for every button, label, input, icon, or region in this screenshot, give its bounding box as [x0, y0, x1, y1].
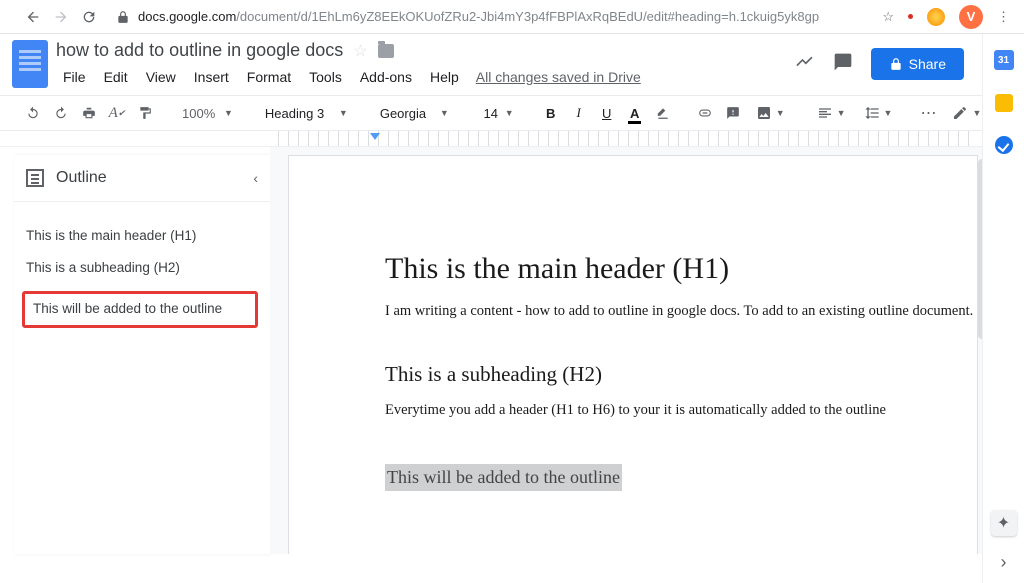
font-dropdown[interactable]: Georgia▼	[374, 102, 455, 125]
menu-file[interactable]: File	[56, 65, 93, 89]
menu-addons[interactable]: Add-ons	[353, 65, 419, 89]
google-docs-logo-icon[interactable]	[12, 40, 48, 88]
explore-button[interactable]: ✦	[991, 510, 1017, 536]
menu-tools[interactable]: Tools	[302, 65, 349, 89]
outline-item[interactable]: This is the main header (H1)	[22, 220, 262, 252]
forward-button[interactable]	[52, 8, 70, 26]
underline-button[interactable]: U	[596, 102, 618, 125]
menu-help[interactable]: Help	[423, 65, 466, 89]
keep-icon[interactable]	[995, 94, 1013, 112]
insert-link-button[interactable]	[694, 101, 716, 125]
outline-icon	[26, 169, 44, 187]
address-bar[interactable]: docs.google.com/document/d/1EhLm6yZ8EEkO…	[108, 9, 872, 24]
ruler[interactable]	[0, 131, 1024, 147]
collapse-outline-button[interactable]: ‹	[253, 170, 258, 186]
docs-header: how to add to outline in google docs ☆ F…	[0, 34, 1024, 89]
calendar-icon[interactable]: 31	[994, 50, 1014, 70]
reload-button[interactable]	[80, 8, 98, 26]
outline-item-highlighted[interactable]: This will be added to the outline	[22, 291, 258, 328]
menu-view[interactable]: View	[139, 65, 183, 89]
back-button[interactable]	[24, 8, 42, 26]
document-page[interactable]: This is the main header (H1) I am writin…	[288, 155, 978, 554]
highlight-button[interactable]	[652, 101, 674, 125]
outline-title: Outline	[56, 169, 107, 187]
browser-chrome: docs.google.com/document/d/1EhLm6yZ8EEkO…	[0, 0, 1024, 34]
selected-heading-text[interactable]: This will be added to the outline	[385, 464, 622, 491]
insert-comment-button[interactable]	[722, 101, 744, 125]
doc-paragraph[interactable]: I am writing a content - how to add to o…	[385, 300, 977, 322]
comments-icon[interactable]	[833, 52, 853, 77]
spellcheck-button[interactable]: A✔	[106, 101, 128, 126]
line-spacing-button[interactable]: ▼	[858, 101, 899, 125]
chrome-menu-icon[interactable]: ⋮	[997, 9, 1010, 25]
activity-icon[interactable]	[795, 52, 815, 77]
move-folder-icon[interactable]	[378, 44, 394, 58]
italic-button[interactable]: I	[568, 101, 590, 125]
lock-icon	[116, 10, 130, 24]
toolbar: A✔ 100%▼ Heading 3▼ Georgia▼ 14▼ B I U A…	[0, 95, 1024, 131]
zoom-dropdown[interactable]: 100%▼	[176, 102, 239, 125]
bookmark-star-icon[interactable]: ☆	[882, 9, 894, 25]
font-size-dropdown[interactable]: 14▼	[475, 102, 520, 125]
outline-item[interactable]: This is a subheading (H2)	[22, 252, 262, 284]
print-button[interactable]	[78, 101, 100, 125]
show-side-panel-button[interactable]: ›	[1001, 552, 1007, 573]
doc-h2[interactable]: This is a subheading (H2)	[385, 362, 977, 387]
profile-avatar[interactable]: V	[959, 5, 983, 29]
text-color-button[interactable]: A	[624, 102, 646, 125]
menu-edit[interactable]: Edit	[97, 65, 135, 89]
menu-insert[interactable]: Insert	[187, 65, 236, 89]
share-button[interactable]: Share	[871, 48, 964, 80]
bold-button[interactable]: B	[540, 102, 562, 125]
undo-button[interactable]	[22, 101, 44, 125]
redo-button[interactable]	[50, 101, 72, 125]
outline-panel: Outline ‹ This is the main header (H1) T…	[14, 155, 270, 554]
menu-format[interactable]: Format	[240, 65, 298, 89]
doc-paragraph[interactable]: Everytime you add a header (H1 to H6) to…	[385, 399, 977, 421]
paragraph-style-dropdown[interactable]: Heading 3▼	[259, 102, 354, 125]
doc-h1[interactable]: This is the main header (H1)	[385, 252, 977, 286]
align-button[interactable]: ▼	[811, 101, 852, 125]
more-toolbar-button[interactable]: ⋯	[918, 99, 940, 127]
menu-bar: File Edit View Insert Format Tools Add-o…	[56, 65, 795, 89]
document-title[interactable]: how to add to outline in google docs	[56, 40, 343, 61]
document-canvas: This is the main header (H1) I am writin…	[270, 147, 1024, 554]
tasks-icon[interactable]	[995, 136, 1013, 154]
save-status[interactable]: All changes saved in Drive	[476, 69, 641, 85]
extension-yellow-icon[interactable]	[927, 8, 945, 26]
side-panel: 31 ✦ ›	[982, 34, 1024, 583]
insert-image-button[interactable]: ▼	[750, 101, 791, 125]
star-document-icon[interactable]: ☆	[353, 41, 367, 61]
extension-red-dot-icon[interactable]	[908, 14, 913, 19]
url-text: docs.google.com/document/d/1EhLm6yZ8EEkO…	[138, 9, 819, 24]
lock-icon	[889, 57, 903, 71]
indent-marker-icon[interactable]	[370, 133, 380, 140]
paint-format-button[interactable]	[134, 101, 156, 125]
